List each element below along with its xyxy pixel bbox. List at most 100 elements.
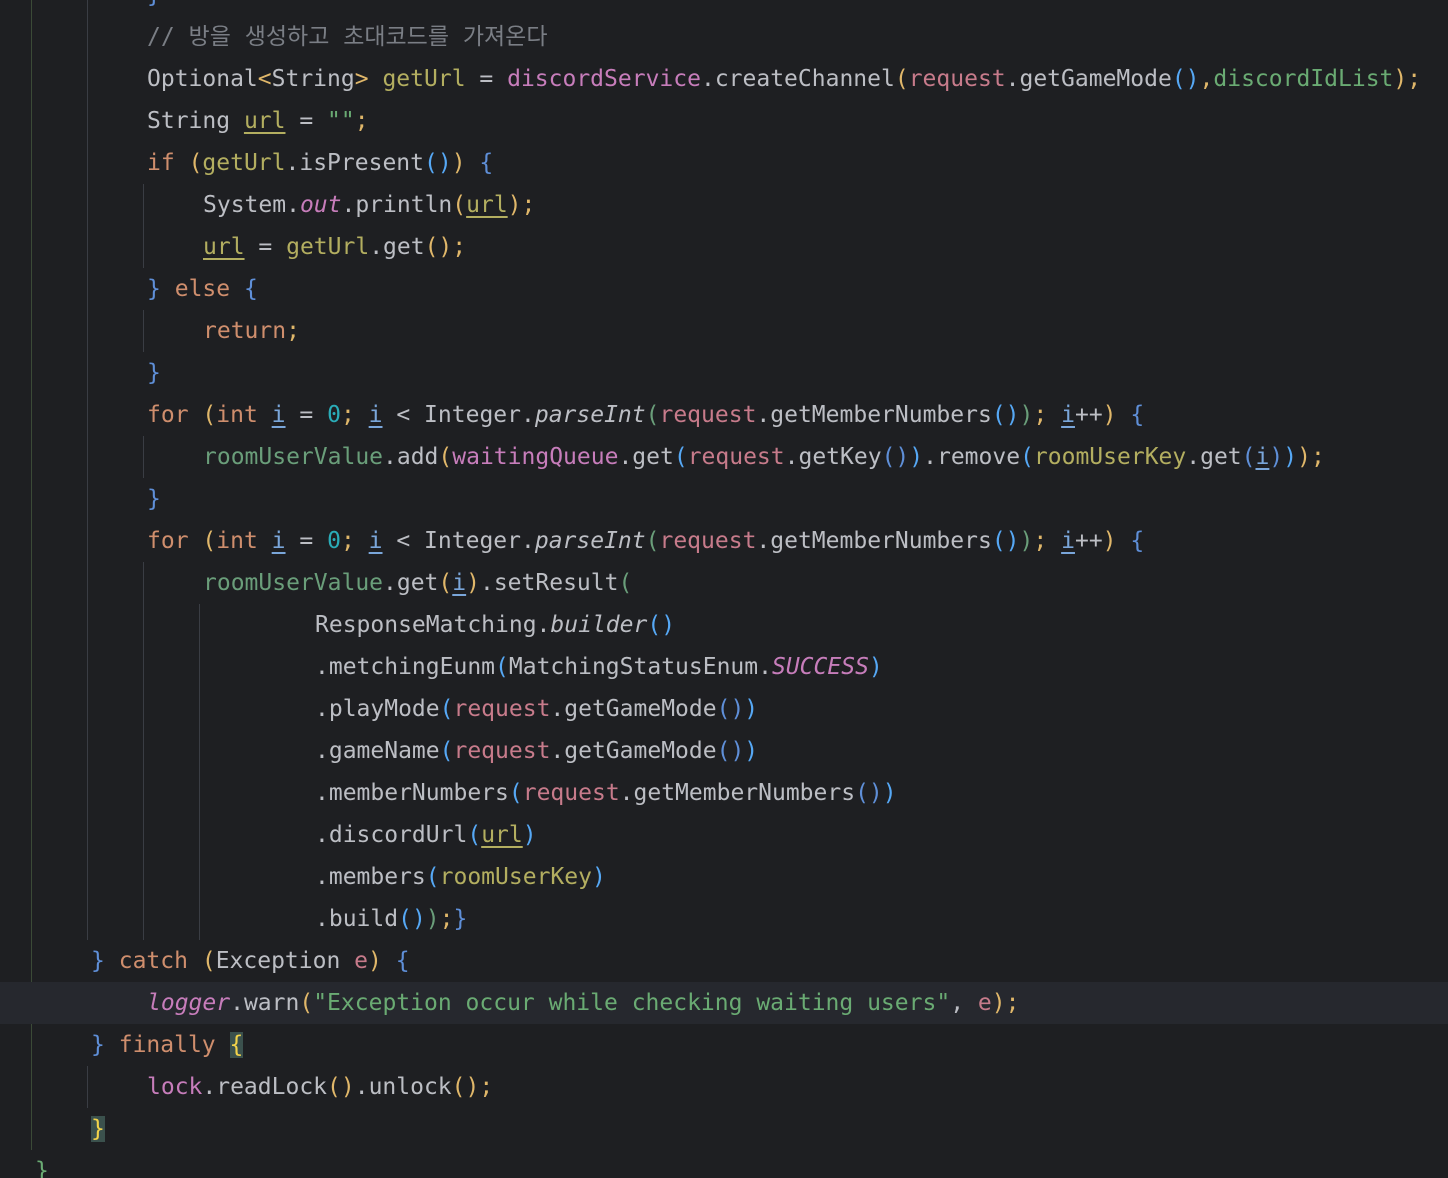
code-token: } (147, 276, 161, 302)
code-token: ; (340, 528, 355, 554)
code-token: url (203, 234, 245, 260)
code-line[interactable]: url = getUrl.get(); (0, 226, 1448, 268)
code-line[interactable]: lock.readLock().unlock(); (0, 1066, 1448, 1108)
code-token: .println (341, 192, 453, 218)
code-token: ) (1297, 444, 1311, 470)
code-token: < (257, 66, 272, 92)
code-line-text: url = getUrl.get(); (203, 226, 466, 268)
code-token: Exception (215, 948, 355, 974)
code-token: = (285, 108, 328, 134)
current-code-line[interactable]: logger.warn("Exception occur while check… (0, 982, 1448, 1024)
code-token: String (147, 108, 244, 134)
code-token: .isPresent (285, 150, 424, 176)
code-token: ; (1407, 66, 1422, 92)
code-token: ( (495, 654, 509, 680)
code-token: i (452, 570, 467, 596)
code-line[interactable]: } else { (0, 268, 1448, 310)
code-line-text: ResponseMatching.builder() (315, 604, 675, 646)
code-line[interactable]: String url = ""; (0, 100, 1448, 142)
code-editor[interactable]: } // 방을 생성하고 초대코드를 가져온다 Optional<String> g… (0, 0, 1448, 1178)
code-line[interactable]: .build());} (0, 898, 1448, 940)
code-line-text: logger.warn("Exception occur while check… (147, 982, 1019, 1024)
code-token: ( (299, 990, 314, 1016)
code-token: ) (451, 150, 466, 176)
code-line[interactable]: for (int i = 0; i < Integer.parseInt(req… (0, 520, 1448, 562)
code-token: ; (340, 402, 355, 428)
code-line-text: if (getUrl.isPresent()) { (147, 142, 493, 184)
code-line[interactable]: } catch (Exception e) { (0, 940, 1448, 982)
code-line[interactable]: .discordUrl(url) (0, 814, 1448, 856)
code-line-text: .gameName(request.getGameMode()) (315, 730, 758, 772)
code-token: roomUserKey (1033, 444, 1187, 470)
code-line[interactable]: } finally { (0, 1024, 1448, 1066)
code-token: ++ (1074, 528, 1103, 554)
code-token: int (216, 528, 258, 554)
code-token: String (271, 66, 355, 92)
code-token: discordIdList (1213, 66, 1394, 92)
code-token: url (243, 108, 286, 134)
code-line-text: // 방을 생성하고 초대코드를 가져온다 (147, 16, 547, 58)
code-line[interactable]: } (0, 352, 1448, 394)
code-line[interactable]: roomUserValue.add(waitingQueue.get(reque… (0, 436, 1448, 478)
code-line[interactable]: } (0, 1150, 1448, 1178)
code-token: () (647, 612, 676, 638)
code-token: ( (188, 150, 203, 176)
code-line[interactable]: roomUserValue.get(i).setResult( (0, 562, 1448, 604)
code-token: waitingQueue (452, 444, 619, 470)
code-line[interactable]: } (0, 1108, 1448, 1150)
code-line[interactable]: if (getUrl.isPresent()) { (0, 142, 1448, 184)
code-token: < Integer. (382, 528, 535, 554)
code-token: < Integer. (382, 402, 535, 428)
code-line-text: Optional<String> getUrl = discordService… (147, 58, 1421, 100)
code-line[interactable]: } (0, 478, 1448, 520)
code-token: ( (894, 66, 909, 92)
code-line[interactable]: System.out.println(url); (0, 184, 1448, 226)
code-line-text: .build());} (315, 898, 467, 940)
code-token: .warn (230, 990, 300, 1016)
code-token: .get (383, 570, 439, 596)
code-token: ; (452, 234, 467, 260)
code-token: > (354, 66, 369, 92)
code-token: .members (315, 864, 426, 890)
code-token: request (453, 696, 551, 722)
code-token: ; (439, 906, 454, 932)
code-line[interactable]: .memberNumbers(request.getMemberNumbers(… (0, 772, 1448, 814)
code-token: } (453, 906, 468, 932)
code-line[interactable]: Optional<String> getUrl = discordService… (0, 58, 1448, 100)
code-token: catch (118, 948, 188, 974)
code-line[interactable]: ResponseMatching.builder() (0, 604, 1448, 646)
code-line[interactable]: return; (0, 310, 1448, 352)
code-line[interactable]: } (0, 0, 1448, 16)
code-line[interactable]: .metchingEunm(MatchingStatusEnum.SUCCESS… (0, 646, 1448, 688)
code-token: ; (1033, 402, 1048, 428)
code-token: () (327, 1074, 355, 1100)
code-token: .getGameMode (550, 738, 717, 764)
code-token: .memberNumbers (315, 780, 509, 806)
code-token: ) (1283, 444, 1298, 470)
code-token: ) (522, 822, 537, 848)
code-token: { (479, 150, 494, 176)
code-line-text: } (147, 352, 161, 394)
code-token: () (991, 528, 1020, 554)
code-token: // 방을 생성하고 초대코드를 가져온다 (147, 24, 548, 50)
code-line[interactable]: .members(roomUserKey) (0, 856, 1448, 898)
code-token: } (91, 1032, 105, 1058)
code-token: , (950, 990, 978, 1016)
code-token: .get (618, 444, 674, 470)
code-token: "Exception occur while checking waiting … (313, 990, 951, 1016)
code-token: i (1061, 402, 1075, 428)
code-line[interactable]: .playMode(request.getGameMode()) (0, 688, 1448, 730)
code-line[interactable]: for (int i = 0; i < Integer.parseInt(req… (0, 394, 1448, 436)
code-line[interactable]: .gameName(request.getGameMode()) (0, 730, 1448, 772)
code-token: out (299, 192, 342, 218)
code-token: i (271, 528, 286, 554)
code-line[interactable]: // 방을 생성하고 초대코드를 가져온다 (0, 16, 1448, 58)
